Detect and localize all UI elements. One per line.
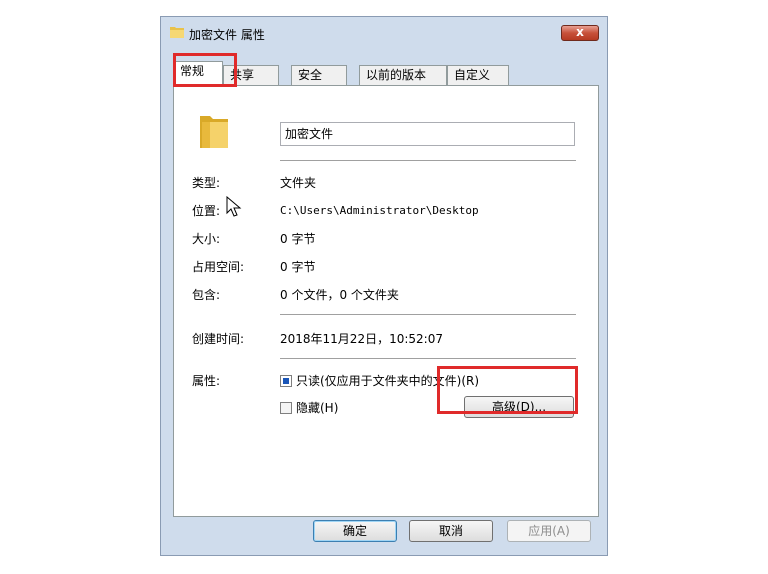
type-label: 类型:	[192, 176, 221, 190]
separator	[280, 160, 576, 161]
separator	[280, 358, 576, 359]
contains-label: 包含:	[192, 288, 221, 302]
title-bar[interactable]: 加密文件 属性 x	[161, 17, 607, 49]
advanced-button[interactable]: 高级(D)...	[464, 396, 574, 418]
tab-security[interactable]: 安全	[291, 65, 347, 85]
hidden-checkbox[interactable]	[280, 402, 292, 414]
created-label: 创建时间:	[192, 332, 245, 346]
apply-button[interactable]: 应用(A)	[507, 520, 591, 542]
properties-dialog: 加密文件 属性 x 常规 共享 安全 以前的版本 自定义 加密文件 类型: 文件…	[160, 16, 608, 556]
contains-value: 0 个文件，0 个文件夹	[280, 288, 399, 302]
attributes-label: 属性:	[192, 374, 221, 388]
hidden-label[interactable]: 隐藏(H)	[296, 399, 338, 416]
folder-icon	[170, 27, 184, 38]
ok-button[interactable]: 确定	[313, 520, 397, 542]
type-value: 文件夹	[280, 176, 317, 190]
created-value: 2018年11月22日，10:52:07	[280, 332, 443, 346]
size-value: 0 字节	[280, 232, 316, 246]
location-value: C:\Users\Administrator\Desktop	[280, 204, 479, 217]
separator	[280, 314, 576, 315]
tab-customize[interactable]: 自定义	[447, 65, 509, 85]
general-panel: 加密文件 类型: 文件夹 位置: C:\Users\Administrator\…	[173, 85, 599, 517]
mouse-cursor-icon	[226, 196, 242, 217]
size-label: 大小:	[192, 232, 221, 246]
tab-sharing[interactable]: 共享	[223, 65, 279, 85]
window-title: 加密文件 属性	[189, 28, 265, 42]
readonly-label[interactable]: 只读(仅应用于文件夹中的文件)(R)	[296, 372, 479, 389]
folder-large-icon	[200, 116, 228, 148]
readonly-checkbox[interactable]	[280, 375, 292, 387]
tab-previous-versions[interactable]: 以前的版本	[359, 65, 447, 85]
disk-size-value: 0 字节	[280, 260, 316, 274]
cancel-button[interactable]: 取消	[409, 520, 493, 542]
folder-name-input[interactable]: 加密文件	[280, 122, 575, 146]
disk-size-label: 占用空间:	[192, 260, 245, 274]
tab-general[interactable]: 常规	[173, 61, 223, 86]
close-button[interactable]: x	[561, 25, 599, 41]
location-label: 位置:	[192, 204, 221, 218]
